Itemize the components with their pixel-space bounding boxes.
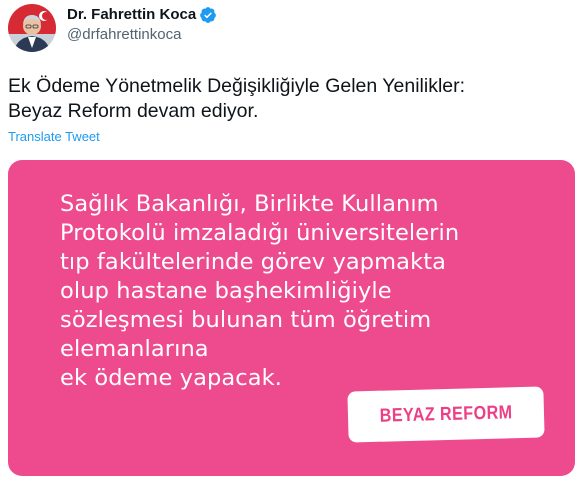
- avatar[interactable]: [8, 4, 56, 52]
- author-names: Dr. Fahrettin Koca @drfahrettinkoca: [67, 5, 217, 45]
- tweet-header: Dr. Fahrettin Koca @drfahrettinkoca: [8, 4, 217, 52]
- author-handle[interactable]: @drfahrettinkoca: [67, 25, 217, 45]
- name-row: Dr. Fahrettin Koca: [67, 5, 217, 25]
- tweet-media-image[interactable]: Sağlık Bakanlığı, Birlikte Kullanım Prot…: [8, 160, 575, 476]
- tweet-text: Ek Ödeme Yönetmelik Değişikliğiyle Gelen…: [8, 75, 466, 122]
- beyaz-reform-badge: BEYAZ REFORM: [347, 386, 545, 443]
- tweet-card: Dr. Fahrettin Koca @drfahrettinkoca Ek Ö…: [0, 0, 585, 483]
- media-text: Sağlık Bakanlığı, Birlikte Kullanım Prot…: [60, 191, 460, 391]
- translate-tweet-link[interactable]: Translate Tweet: [8, 129, 100, 144]
- badge-label: BEYAZ REFORM: [379, 401, 513, 427]
- verified-badge-icon: [199, 6, 217, 24]
- author-display-name[interactable]: Dr. Fahrettin Koca: [67, 5, 196, 25]
